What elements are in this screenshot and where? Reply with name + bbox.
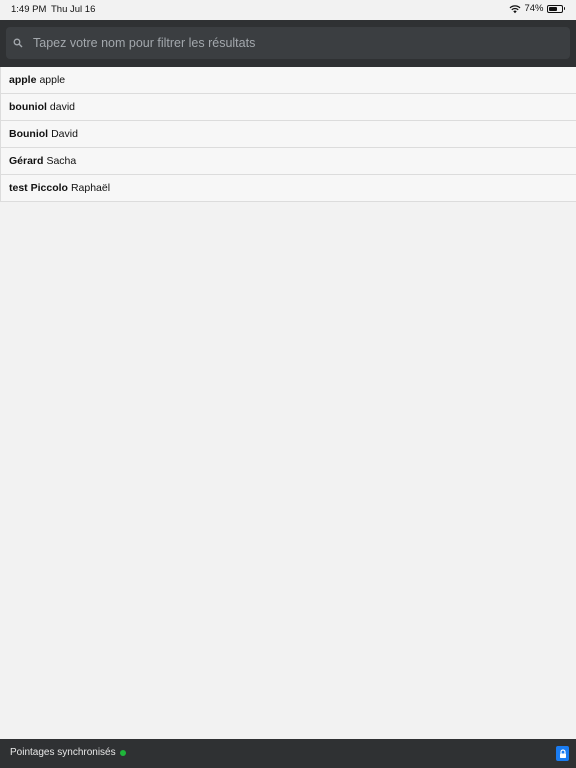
person-first-name: Raphaël [70,182,111,194]
sync-status: Pointages synchronisés [10,747,126,758]
person-last-name: test Piccolo [9,182,68,194]
list-item[interactable]: test Piccolo Raphaël [1,175,576,202]
search-input[interactable] [33,36,533,50]
list-item[interactable]: apple apple [1,67,576,94]
sync-status-dot [119,749,126,756]
person-first-name: David [51,128,78,140]
status-bar: 1:49 PM Thu Jul 16 74% [0,0,576,20]
person-last-name: Bouniol [9,128,49,140]
person-last-name: bouniol [9,101,47,113]
person-last-name: apple [9,74,37,86]
status-indicators: 74% [509,3,565,14]
sync-status-text: Pointages synchronisés [10,747,116,758]
list-item[interactable]: bouniol david [1,94,576,121]
lock-button[interactable] [556,746,569,761]
footer-bar: Pointages synchronisés [0,739,576,768]
person-first-name: david [49,101,76,113]
search-icon [13,38,23,48]
battery-icon [546,4,565,13]
status-date: Thu Jul 16 [51,4,96,15]
results-list: apple apple bouniol david Bouniol David Gérard… [0,67,576,202]
list-item[interactable]: Gérard Sacha [1,148,576,175]
search-bar [0,20,576,67]
person-first-name: Sacha [46,155,77,167]
battery-percent: 74% [524,3,544,14]
person-last-name: Gérard [9,155,44,167]
lock-icon [559,748,566,758]
wifi-icon [510,4,521,13]
person-first-name: apple [39,74,66,86]
status-time: 1:49 PM [11,4,47,15]
list-item[interactable]: Bouniol David [1,121,576,148]
search-field[interactable] [6,27,570,59]
